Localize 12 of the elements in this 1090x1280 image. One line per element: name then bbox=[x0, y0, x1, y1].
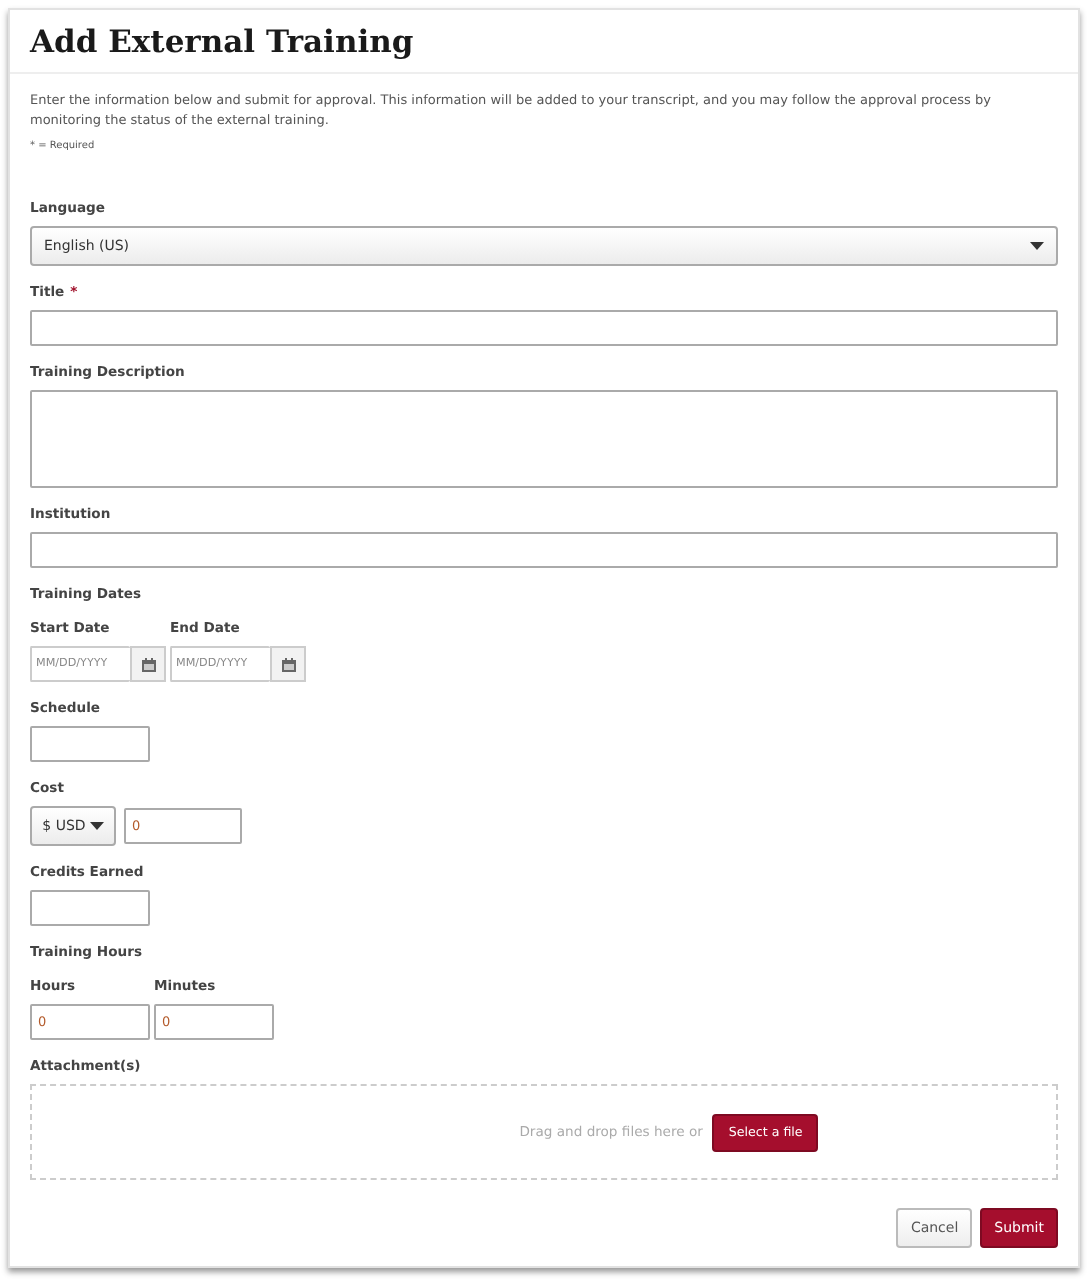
caret-icon bbox=[89, 822, 104, 830]
text-area[interactable] bbox=[30, 390, 1058, 488]
calendar-icon bbox=[141, 657, 155, 671]
calendar-button[interactable] bbox=[270, 646, 306, 682]
calendar-button[interactable] bbox=[130, 646, 166, 682]
calendar-icon bbox=[281, 657, 295, 671]
caret-icon bbox=[1030, 242, 1044, 250]
input-field[interactable] bbox=[30, 532, 1058, 568]
page-title: Add External Training bbox=[30, 22, 414, 60]
input-field[interactable] bbox=[30, 726, 150, 762]
input-field[interactable] bbox=[30, 890, 150, 926]
input-field[interactable] bbox=[30, 310, 1058, 346]
